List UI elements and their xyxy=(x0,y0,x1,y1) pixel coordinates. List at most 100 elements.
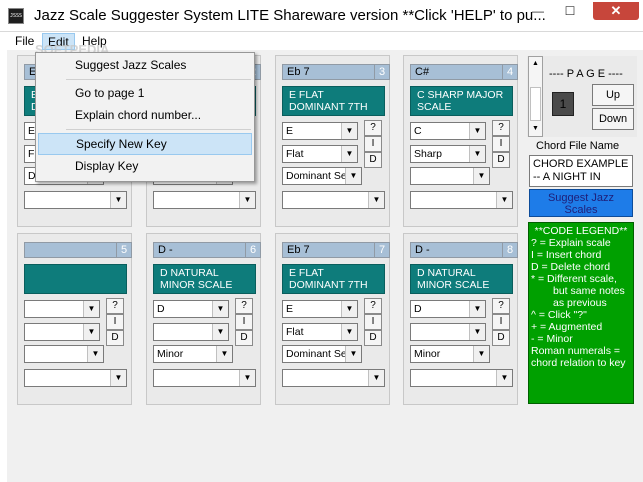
chevron-down-icon[interactable]: ▼ xyxy=(469,324,485,340)
minimize-button[interactable]: — xyxy=(523,0,553,22)
suggest-line-2: Scales xyxy=(564,204,598,216)
scroll-up-icon[interactable]: ▲ xyxy=(529,57,542,71)
chord-quality-select[interactable]: ▼ xyxy=(410,167,490,185)
chord-panel: Eb 73E FLATDOMINANT 7THE▼Flat▼Dominant S… xyxy=(275,55,390,227)
chevron-down-icon[interactable]: ▼ xyxy=(341,324,357,340)
chevron-down-icon[interactable]: ▼ xyxy=(110,370,126,386)
chord-quality-select[interactable]: Minor ▼ xyxy=(153,345,233,363)
scale-name-line-2: MINOR SCALE xyxy=(417,279,490,291)
page-up-button[interactable]: Up xyxy=(592,84,634,106)
chord-symbol-field[interactable]: C# xyxy=(410,64,507,80)
explain-scale-button[interactable]: ? xyxy=(492,120,510,136)
chevron-down-icon[interactable]: ▼ xyxy=(83,301,99,317)
menu-item-explain-chord-number[interactable]: Explain chord number... xyxy=(38,105,252,127)
app-icon[interactable]: JSSS xyxy=(8,8,24,24)
chevron-down-icon[interactable]: ▼ xyxy=(110,192,126,208)
explain-scale-button[interactable]: ? xyxy=(106,298,124,314)
delete-chord-button[interactable]: D xyxy=(364,152,382,168)
scale-name-display: E FLAT DOMINANT 7TH xyxy=(282,264,385,294)
chevron-down-icon[interactable]: ▼ xyxy=(469,301,485,317)
chevron-down-icon[interactable]: ▼ xyxy=(368,370,384,386)
insert-chord-button[interactable]: I xyxy=(364,314,382,330)
chord-quality-select[interactable]: ▼ xyxy=(24,345,104,363)
delete-chord-button[interactable]: D xyxy=(235,330,253,346)
chevron-down-icon[interactable]: ▼ xyxy=(83,324,99,340)
chord-symbol-field[interactable] xyxy=(24,242,121,258)
delete-chord-button[interactable]: D xyxy=(106,330,124,346)
chevron-down-icon[interactable]: ▼ xyxy=(496,192,512,208)
chord-symbol-field[interactable]: D - xyxy=(153,242,250,258)
accidental-select[interactable]: Sharp ▼ xyxy=(410,145,486,163)
root-note-select[interactable]: C ▼ xyxy=(410,122,486,140)
insert-chord-button[interactable]: I xyxy=(492,136,510,152)
extension-select[interactable]: ▼ xyxy=(153,191,256,209)
chevron-down-icon[interactable]: ▼ xyxy=(212,324,228,340)
explain-scale-button[interactable]: ? xyxy=(364,120,382,136)
page-label: ---- P A G E ---- xyxy=(549,68,623,80)
chord-symbol-field[interactable]: D - xyxy=(410,242,507,258)
accidental-select[interactable]: Flat ▼ xyxy=(282,323,358,341)
accidental-select[interactable]: ▼ xyxy=(153,323,229,341)
root-note-select[interactable]: D ▼ xyxy=(153,300,229,318)
chord-file-name-field[interactable]: CHORD EXAMPLE -- A NIGHT IN xyxy=(529,155,633,187)
chevron-down-icon[interactable]: ▼ xyxy=(345,346,361,362)
chevron-down-icon[interactable]: ▼ xyxy=(341,301,357,317)
chevron-down-icon[interactable]: ▼ xyxy=(239,370,255,386)
accidental-select[interactable]: Flat ▼ xyxy=(282,145,358,163)
chevron-down-icon[interactable]: ▼ xyxy=(469,146,485,162)
chord-quality-select[interactable]: Dominant Seventh▼ xyxy=(282,345,362,363)
page-scrollbar[interactable]: ▲ ▼ xyxy=(528,56,543,137)
page-down-button[interactable]: Down xyxy=(592,108,634,130)
explain-scale-button[interactable]: ? xyxy=(492,298,510,314)
extension-select[interactable]: ▼ xyxy=(24,369,127,387)
menu-item-specify-new-key[interactable]: Specify New Key xyxy=(38,133,252,155)
chevron-down-icon[interactable]: ▼ xyxy=(341,123,357,139)
maximize-button[interactable]: ☐ xyxy=(555,0,585,22)
insert-chord-button[interactable]: I xyxy=(235,314,253,330)
chevron-down-icon[interactable]: ▼ xyxy=(212,301,228,317)
chevron-down-icon[interactable]: ▼ xyxy=(469,123,485,139)
insert-chord-button[interactable]: I xyxy=(106,314,124,330)
chord-quality-select[interactable]: Minor ▼ xyxy=(410,345,490,363)
chevron-down-icon[interactable]: ▼ xyxy=(473,346,489,362)
scroll-down-icon[interactable]: ▼ xyxy=(529,122,542,136)
menu-item-suggest-jazz-scales[interactable]: Suggest Jazz Scales xyxy=(38,55,252,77)
menu-separator xyxy=(66,79,251,80)
chevron-down-icon[interactable]: ▼ xyxy=(368,192,384,208)
accidental-select[interactable]: ▼ xyxy=(24,323,100,341)
extension-select[interactable]: ▼ xyxy=(153,369,256,387)
root-note-select[interactable]: ▼ xyxy=(24,300,100,318)
chord-quality-select[interactable]: Dominant Seventh▼ xyxy=(282,167,362,185)
extension-select[interactable]: ▼ xyxy=(410,369,513,387)
suggest-jazz-scales-button[interactable]: Suggest Jazz Scales xyxy=(529,189,633,217)
chevron-down-icon[interactable]: ▼ xyxy=(345,168,361,184)
explain-scale-button[interactable]: ? xyxy=(235,298,253,314)
chevron-down-icon[interactable]: ▼ xyxy=(473,168,489,184)
menu-item-go-to-page-1[interactable]: Go to page 1 xyxy=(38,83,252,105)
extension-select[interactable]: ▼ xyxy=(24,191,127,209)
chevron-down-icon[interactable]: ▼ xyxy=(496,370,512,386)
chord-symbol-field[interactable]: Eb 7 xyxy=(282,64,379,80)
chevron-down-icon[interactable]: ▼ xyxy=(239,192,255,208)
delete-chord-button[interactable]: D xyxy=(492,152,510,168)
accidental-value: Flat xyxy=(286,326,304,338)
chevron-down-icon[interactable]: ▼ xyxy=(341,146,357,162)
root-note-select[interactable]: E▼ xyxy=(282,122,358,140)
chevron-down-icon[interactable]: ▼ xyxy=(87,346,103,362)
extension-select[interactable]: ▼ xyxy=(282,191,385,209)
close-button[interactable]: ✕ xyxy=(593,2,639,20)
chevron-down-icon[interactable]: ▼ xyxy=(216,346,232,362)
explain-scale-button[interactable]: ? xyxy=(364,298,382,314)
delete-chord-button[interactable]: D xyxy=(364,330,382,346)
insert-chord-button[interactable]: I xyxy=(492,314,510,330)
extension-select[interactable]: ▼ xyxy=(282,369,385,387)
extension-select[interactable]: ▼ xyxy=(410,191,513,209)
root-note-select[interactable]: D ▼ xyxy=(410,300,486,318)
scroll-thumb[interactable] xyxy=(530,87,541,121)
insert-chord-button[interactable]: I xyxy=(364,136,382,152)
chord-symbol-field[interactable]: Eb 7 xyxy=(282,242,379,258)
accidental-select[interactable]: ▼ xyxy=(410,323,486,341)
root-note-select[interactable]: E▼ xyxy=(282,300,358,318)
menu-item-display-key[interactable]: Display Key xyxy=(38,156,252,178)
delete-chord-button[interactable]: D xyxy=(492,330,510,346)
